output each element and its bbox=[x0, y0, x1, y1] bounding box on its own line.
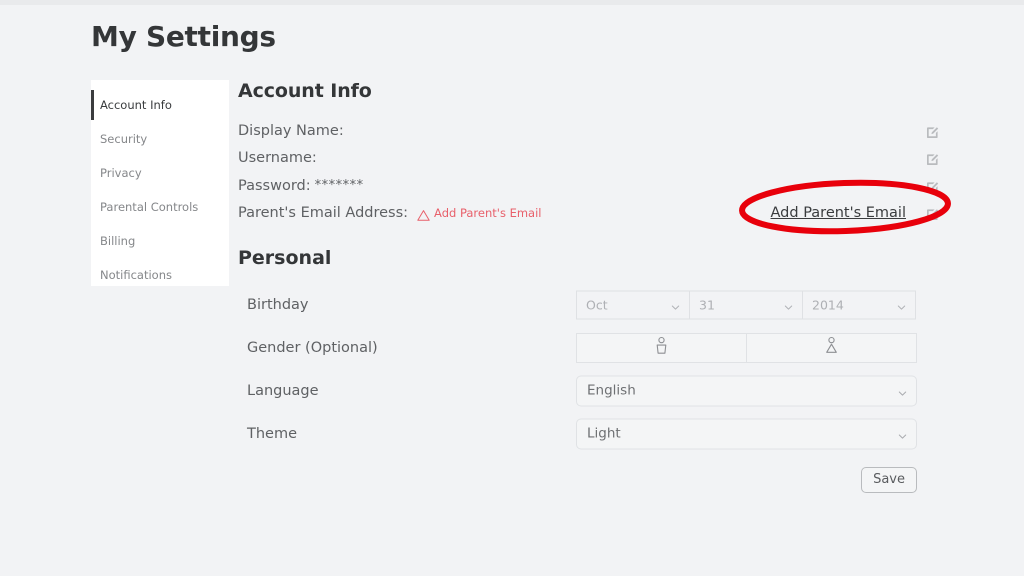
row-language: Language English bbox=[238, 369, 938, 412]
password-value: ******* bbox=[314, 178, 364, 194]
account-info-rows: Display Name: Username: Password: ******… bbox=[238, 117, 940, 228]
personal-rows: Birthday Oct 31 2014 Gender (Optional) L… bbox=[238, 283, 938, 503]
birthday-controls: Oct 31 2014 bbox=[576, 290, 916, 319]
sidebar-item-parental-controls[interactable]: Parental Controls bbox=[91, 190, 229, 224]
birthday-year-value: 2014 bbox=[812, 297, 844, 312]
settings-sidebar: Account Info Security Privacy Parental C… bbox=[91, 80, 229, 286]
gender-button-group bbox=[576, 332, 917, 363]
warning-text: Add Parent's Email bbox=[434, 206, 542, 221]
chevron-down-icon bbox=[671, 300, 680, 310]
theme-select[interactable]: Light bbox=[576, 418, 917, 449]
language-select[interactable]: English bbox=[576, 375, 917, 406]
birthday-month-select[interactable]: Oct bbox=[576, 290, 690, 319]
gender-label: Gender (Optional) bbox=[247, 339, 378, 356]
row-birthday: Birthday Oct 31 2014 bbox=[238, 283, 938, 326]
sidebar-item-label: Security bbox=[100, 132, 148, 146]
sidebar-item-notifications[interactable]: Notifications bbox=[91, 258, 229, 292]
birthday-month-value: Oct bbox=[586, 297, 608, 312]
sidebar-item-security[interactable]: Security bbox=[91, 122, 229, 156]
sidebar-item-label: Account Info bbox=[100, 98, 172, 112]
birthday-select-group: Oct 31 2014 bbox=[576, 290, 916, 319]
theme-value: Light bbox=[587, 425, 621, 442]
warning-triangle-icon bbox=[417, 207, 430, 221]
account-row-username: Username: bbox=[238, 145, 940, 173]
parents-email-label: Parent's Email Address: bbox=[238, 205, 409, 222]
male-figure-icon bbox=[654, 336, 669, 360]
username-label: Username: bbox=[238, 150, 317, 167]
sidebar-item-label: Parental Controls bbox=[100, 200, 199, 214]
birthday-label: Birthday bbox=[247, 296, 309, 313]
language-value: English bbox=[587, 382, 636, 399]
birthday-day-select[interactable]: 31 bbox=[689, 290, 803, 319]
chevron-down-icon bbox=[898, 429, 907, 439]
display-name-label: Display Name: bbox=[238, 122, 344, 139]
edit-icon[interactable] bbox=[926, 124, 940, 138]
sidebar-item-account-info[interactable]: Account Info bbox=[91, 88, 229, 122]
birthday-day-value: 31 bbox=[699, 297, 715, 312]
theme-label: Theme bbox=[247, 425, 298, 442]
account-row-parents-email: Parent's Email Address: Add Parent's Ema… bbox=[238, 200, 940, 228]
row-theme: Theme Light bbox=[238, 412, 938, 455]
sidebar-item-billing[interactable]: Billing bbox=[91, 224, 229, 258]
sidebar-item-label: Privacy bbox=[100, 166, 142, 180]
sidebar-item-label: Notifications bbox=[100, 268, 172, 282]
save-row: Save bbox=[238, 459, 938, 503]
gender-controls bbox=[576, 332, 917, 363]
account-info-heading: Account Info bbox=[238, 80, 372, 102]
chevron-down-icon bbox=[897, 300, 906, 310]
female-figure-icon bbox=[824, 336, 839, 360]
chevron-down-icon bbox=[898, 386, 907, 396]
settings-page: My Settings Account Info Security Privac… bbox=[0, 0, 1024, 576]
parents-email-warning: Add Parent's Email bbox=[417, 206, 542, 221]
chevron-down-icon bbox=[784, 300, 793, 310]
edit-icon[interactable] bbox=[926, 206, 940, 221]
language-label: Language bbox=[247, 382, 319, 399]
sidebar-item-privacy[interactable]: Privacy bbox=[91, 156, 229, 190]
edit-icon[interactable] bbox=[926, 179, 940, 193]
theme-controls: Light bbox=[576, 418, 917, 449]
settings-main-panel: Account Info Display Name: Username: Pas… bbox=[238, 80, 940, 503]
password-label: Password: bbox=[238, 177, 311, 194]
page-title: My Settings bbox=[91, 20, 276, 53]
birthday-year-select[interactable]: 2014 bbox=[802, 290, 916, 319]
gender-female-button[interactable] bbox=[746, 332, 917, 363]
sidebar-item-label: Billing bbox=[100, 234, 136, 248]
save-button[interactable]: Save bbox=[861, 467, 917, 493]
language-controls: English bbox=[576, 375, 917, 406]
account-row-display-name: Display Name: bbox=[238, 117, 940, 145]
edit-icon[interactable] bbox=[926, 151, 940, 166]
add-parents-email-link[interactable]: Add Parent's Email bbox=[771, 205, 906, 221]
gender-male-button[interactable] bbox=[576, 332, 747, 363]
account-row-password: Password: ******* bbox=[238, 172, 940, 200]
personal-heading: Personal bbox=[238, 247, 332, 269]
row-gender: Gender (Optional) bbox=[238, 326, 938, 369]
